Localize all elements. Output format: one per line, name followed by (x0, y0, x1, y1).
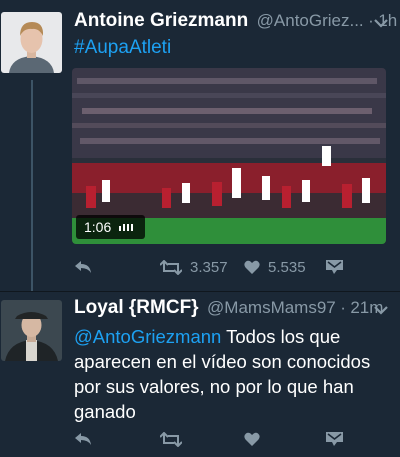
author-name[interactable]: Antoine Griezmann (74, 10, 248, 31)
reply-icon (75, 433, 91, 445)
reply-button[interactable] (74, 427, 92, 451)
author-handle[interactable]: @AntoGriez... (257, 11, 364, 30)
chevron-down-icon[interactable] (374, 18, 388, 28)
separator: · (340, 298, 346, 317)
like-button[interactable] (244, 427, 260, 451)
tweet[interactable]: Loyal {RMCF} @MamsMams97 · 21m @AntoGrie… (0, 292, 400, 457)
video-duration: 1:06 (84, 219, 112, 235)
tweet-header: Loyal {RMCF} @MamsMams97 · 21m (74, 297, 383, 323)
retweet-button[interactable] (160, 427, 182, 451)
like-icon (244, 432, 260, 446)
like-count: 5.535 (268, 258, 306, 276)
retweet-icon (160, 259, 182, 275)
hashtag-link[interactable]: #AupaAtleti (74, 37, 171, 59)
retweet-count: 3.357 (190, 258, 228, 276)
author-name[interactable]: Loyal {RMCF} (74, 297, 199, 318)
reply-icon (75, 261, 91, 273)
retweet-icon (160, 431, 182, 447)
tweet-actions: 3.357 5.535 (72, 255, 372, 279)
separator: · (368, 11, 374, 30)
tweet-header: Antoine Griezmann @AntoGriez... · 1h (74, 10, 397, 36)
direct-message-icon (326, 432, 343, 446)
retweet-button[interactable]: 3.357 (160, 255, 228, 279)
direct-message-button[interactable] (326, 427, 343, 451)
tweet-actions (72, 427, 372, 451)
tweet-text: @AntoGriezmann Todos los que aparecen en… (74, 324, 390, 424)
chevron-down-icon[interactable] (374, 305, 388, 315)
direct-message-icon (326, 260, 343, 274)
volume-icon[interactable] (119, 222, 137, 232)
reply-button[interactable] (74, 255, 92, 279)
avatar[interactable] (1, 12, 62, 73)
avatar[interactable] (1, 300, 62, 361)
like-icon (244, 260, 260, 274)
author-handle[interactable]: @MamsMams97 (207, 298, 336, 317)
tweet[interactable]: Antoine Griezmann @AntoGriez... · 1h #Au… (0, 0, 400, 292)
video-player[interactable]: 1:06 (72, 68, 386, 244)
like-button[interactable]: 5.535 (244, 255, 306, 279)
video-duration-badge: 1:06 (76, 215, 146, 239)
direct-message-button[interactable] (326, 255, 343, 279)
mention-link[interactable]: @AntoGriezmann (74, 326, 221, 347)
